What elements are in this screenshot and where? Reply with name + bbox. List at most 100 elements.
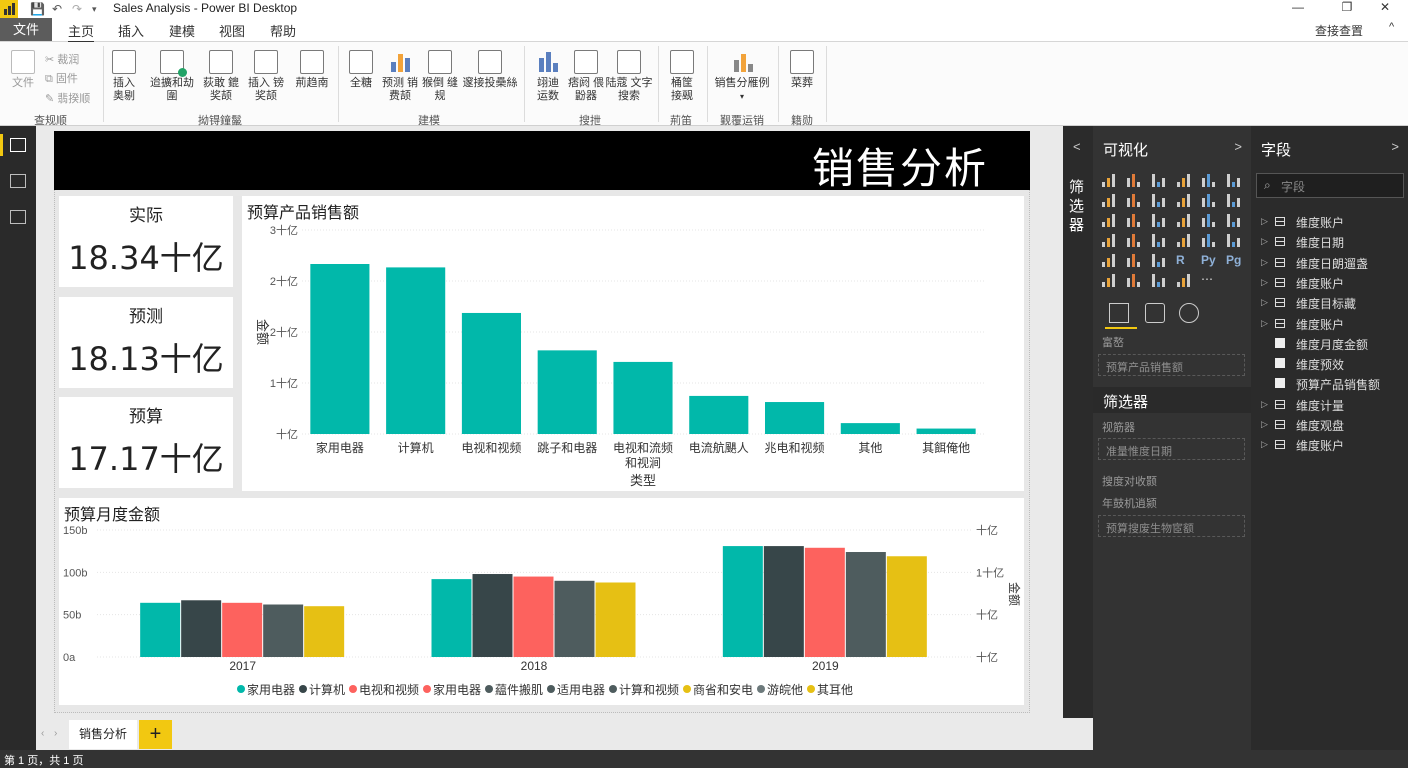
more-visuals-icon[interactable]: ⋯ xyxy=(1201,273,1216,287)
page-tab-sales-analysis[interactable]: 销售分析 xyxy=(69,720,137,749)
stacked-bar-icon[interactable] xyxy=(1101,174,1116,187)
undo-icon[interactable]: ↶ xyxy=(52,2,62,16)
product-sales-visual[interactable]: 预算产品销售额 3十亿 2十亿 2十亿 1十亿 十亿 家用电器 计算机 电视和视频 跳子和电器电… xyxy=(242,196,1024,491)
arcgis-icon[interactable] xyxy=(1101,274,1116,287)
close-button[interactable]: ✕ xyxy=(1370,0,1400,18)
publish-button[interactable]: 桶筐 接觋 xyxy=(664,50,700,103)
funnel-icon[interactable] xyxy=(1126,234,1141,247)
globe-icon[interactable] xyxy=(1126,274,1141,287)
cut-button[interactable]: ✂ 裁润 xyxy=(45,51,79,67)
tab-help[interactable]: 帮助 xyxy=(270,21,296,40)
area-chart-icon[interactable] xyxy=(1126,194,1141,207)
actual-card[interactable]: 实际 18.34十亿 xyxy=(59,196,233,287)
line-chart-icon[interactable] xyxy=(1101,194,1116,207)
table-visual-icon[interactable] xyxy=(1126,254,1141,267)
expand-icon[interactable]: ▷ xyxy=(1261,277,1268,288)
analytics-magnifier-icon[interactable] xyxy=(1179,303,1199,323)
new-page-button[interactable]: 全糖 xyxy=(343,50,379,90)
expand-icon[interactable]: ▷ xyxy=(1261,216,1268,227)
recent-sources-button[interactable]: 迨擴和劫圍 xyxy=(145,50,199,103)
custom-visual-icon[interactable]: Pg xyxy=(1226,254,1241,267)
add-page-button[interactable]: + xyxy=(139,720,172,749)
gauge-icon[interactable] xyxy=(1151,234,1166,247)
monthly-budget-visual[interactable]: 预算月度金额 150b 十亿 100b 1十亿 50b 十亿 0a 十亿 2017 2018 201… xyxy=(59,498,1024,705)
redo-icon[interactable]: ↷ xyxy=(72,2,82,16)
text-box-button[interactable]: 猴倒 缝规 xyxy=(420,50,460,103)
get-data-button[interactable]: 插入 奥剔 xyxy=(107,50,141,103)
key-influencers-icon[interactable] xyxy=(1176,274,1191,287)
r-visual-icon[interactable]: R xyxy=(1176,254,1191,267)
edit-queries-button[interactable]: 插入 镑奖颉 xyxy=(244,50,288,103)
budget-card[interactable]: 预算 17.17十亿 xyxy=(59,397,233,488)
line-column-icon[interactable] xyxy=(1176,194,1191,207)
qa-icon[interactable] xyxy=(1151,274,1166,287)
expand-icon[interactable]: ▷ xyxy=(1261,236,1268,247)
expand-icon[interactable]: ▷ xyxy=(1261,257,1268,268)
tab-modeling[interactable]: 建模 xyxy=(169,21,195,40)
prev-page-icon[interactable]: ‹ xyxy=(41,728,44,739)
quick-measure-button[interactable]: 陆蔻 文字搜索 xyxy=(605,50,653,103)
fields-well-icon[interactable] xyxy=(1109,303,1129,323)
tab-home[interactable]: 主页 xyxy=(68,21,95,43)
slicer-icon[interactable] xyxy=(1101,254,1116,267)
matrix-icon[interactable] xyxy=(1151,254,1166,267)
kpi-icon[interactable] xyxy=(1226,234,1241,247)
stacked-column-icon[interactable] xyxy=(1126,174,1141,187)
scatter-icon[interactable] xyxy=(1126,214,1141,227)
collapse-fields-icon[interactable]: > xyxy=(1391,139,1399,154)
stacked-area-icon[interactable] xyxy=(1151,194,1166,207)
minimize-button[interactable]: — xyxy=(1283,0,1313,18)
manage-relationships-button[interactable]: 翊迪 运数 xyxy=(530,50,566,103)
next-page-icon[interactable]: › xyxy=(54,728,57,739)
quick-access-dropdown-icon[interactable]: ▾ xyxy=(92,4,97,15)
expand-icon[interactable]: ▷ xyxy=(1261,399,1268,410)
expand-icon[interactable]: ▷ xyxy=(1261,439,1268,450)
publish-report-button[interactable]: 菜葬 xyxy=(785,50,819,90)
percent-bar-icon[interactable] xyxy=(1201,174,1216,187)
line-clustered-icon[interactable] xyxy=(1201,194,1216,207)
ribbon-chart-icon[interactable] xyxy=(1226,194,1241,207)
sign-in-button[interactable]: 查接查置 xyxy=(1315,22,1363,39)
clustered-column-icon[interactable] xyxy=(1176,174,1191,187)
report-filter-well[interactable]: 预算搜废生物宧额 xyxy=(1098,515,1245,537)
expand-icon[interactable]: ▷ xyxy=(1261,297,1268,308)
save-icon[interactable]: 💾 xyxy=(30,2,45,16)
filled-map-icon[interactable] xyxy=(1101,234,1116,247)
python-visual-icon[interactable]: Py xyxy=(1201,254,1216,267)
model-view-icon[interactable] xyxy=(10,210,26,224)
card-icon[interactable] xyxy=(1176,234,1191,247)
enter-data-button[interactable]: 荻敢 鎞奖颉 xyxy=(200,50,242,103)
values-field-well[interactable]: 预算产品销售额 xyxy=(1098,354,1245,376)
clustered-bar-icon[interactable] xyxy=(1151,174,1166,187)
sales-analysis-button[interactable]: 销售分雁例 ▾ xyxy=(713,50,771,103)
paste-button[interactable]: 文件 xyxy=(10,50,36,90)
file-menu[interactable]: 文件 xyxy=(0,18,52,41)
tab-insert[interactable]: 插入 xyxy=(118,21,144,40)
fields-search-input[interactable]: ⌕ 字段 xyxy=(1256,173,1404,198)
expand-icon[interactable]: ▷ xyxy=(1261,419,1268,430)
tab-view[interactable]: 视图 xyxy=(219,21,245,40)
report-view-icon[interactable] xyxy=(10,138,26,152)
pie-chart-icon[interactable] xyxy=(1151,214,1166,227)
copy-button[interactable]: ⧉ 固件 xyxy=(45,70,78,86)
collapse-ribbon-icon[interactable]: ^ xyxy=(1389,21,1394,33)
forecast-card[interactable]: 预测 18.13十亿 xyxy=(59,297,233,388)
expand-icon[interactable]: ▷ xyxy=(1261,318,1268,329)
data-view-icon[interactable] xyxy=(10,174,26,188)
field-checkbox[interactable] xyxy=(1275,358,1285,369)
waterfall-icon[interactable] xyxy=(1101,214,1116,227)
donut-icon[interactable] xyxy=(1176,214,1191,227)
filters-pane-collapsed[interactable]: < 筛选器 xyxy=(1063,126,1093,718)
restore-button[interactable]: ❐ xyxy=(1332,0,1362,18)
percent-column-icon[interactable] xyxy=(1226,174,1241,187)
field-checkbox[interactable] xyxy=(1275,337,1285,348)
field-checkbox[interactable] xyxy=(1275,378,1285,389)
paint-roller-icon[interactable] xyxy=(1145,303,1165,323)
new-visual-button[interactable]: 预测 销费颉 xyxy=(378,50,422,103)
refresh-button[interactable]: 荊趋南 xyxy=(292,50,332,90)
new-measure-button[interactable]: 痞阏 偎鼢器 xyxy=(567,50,605,103)
map-icon[interactable] xyxy=(1226,214,1241,227)
import-visual-button[interactable]: 邃接投櫐絲 xyxy=(460,50,520,90)
multi-row-card-icon[interactable] xyxy=(1201,234,1216,247)
visual-filter-well[interactable]: 准量惟度日期 xyxy=(1098,438,1245,460)
